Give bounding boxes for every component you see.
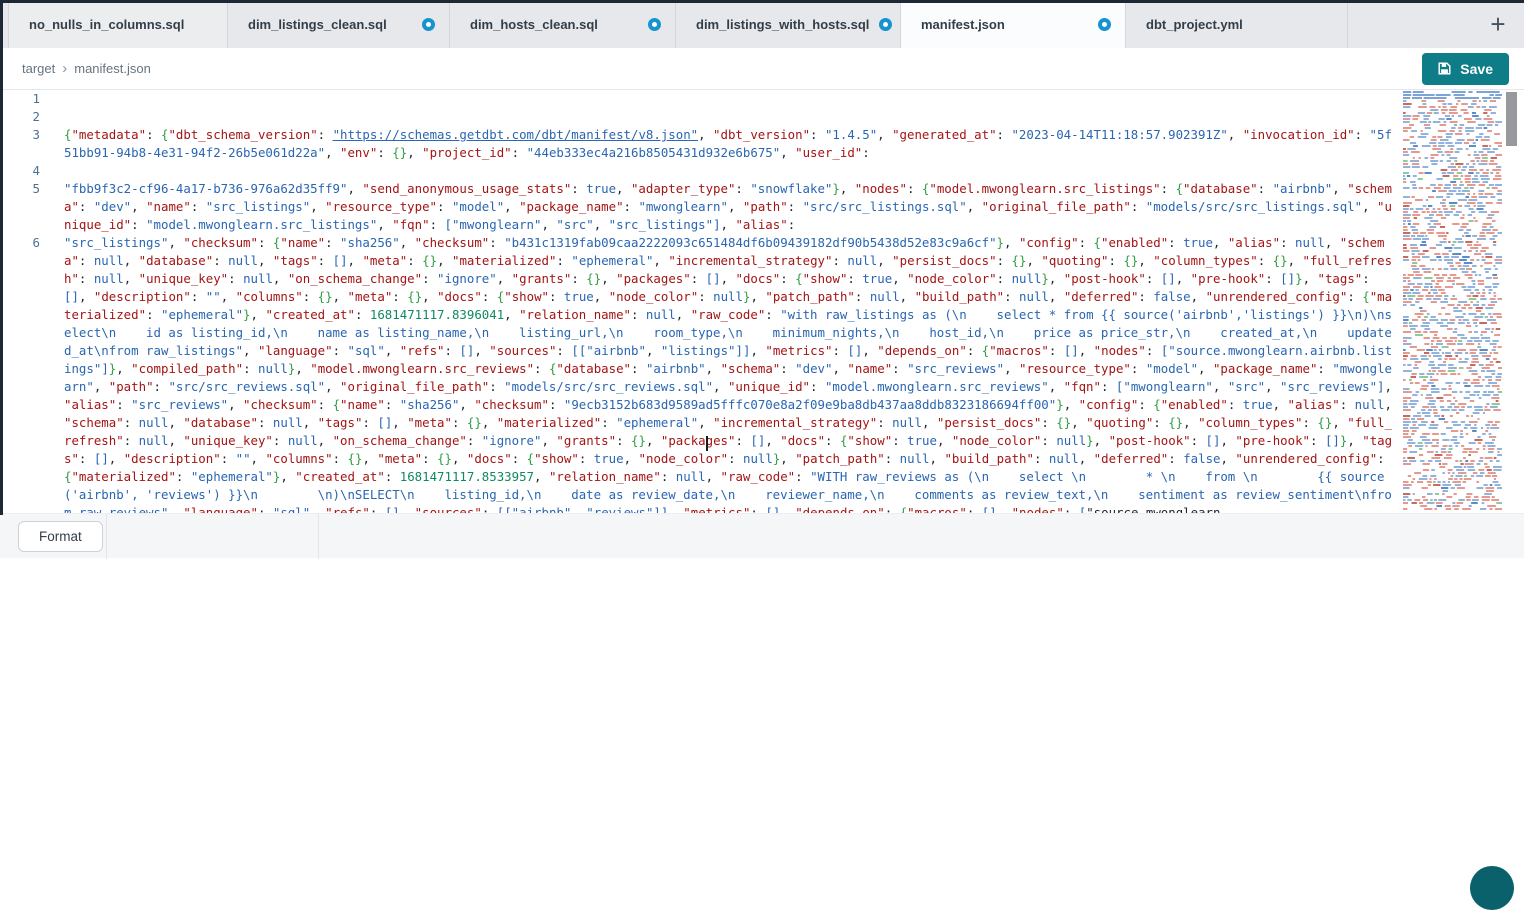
code-line[interactable]: 4 [0,162,1524,180]
divider [318,514,319,559]
line-number: 6 [0,234,40,513]
unsaved-dot-icon[interactable] [879,18,892,31]
scrollbar-thumb[interactable] [1506,92,1517,146]
tab-dim-listings-with-hosts[interactable]: dim_listings_with_hosts.sql [676,0,901,48]
breadcrumb: target › manifest.json [22,61,151,76]
code-line[interactable]: 2 [0,108,1524,126]
unsaved-dot-icon[interactable] [1098,18,1111,31]
tab-dbt-project-yml[interactable]: dbt_project.yml [1126,0,1348,48]
tab-dim-listings-clean[interactable]: dim_listings_clean.sql [228,0,450,48]
line-number: 1 [0,90,40,108]
format-button[interactable]: Format [18,521,103,552]
tab-no-nulls-in-columns[interactable]: no_nulls_in_columns.sql [8,0,228,48]
tab-bar: no_nulls_in_columns.sql dim_listings_cle… [0,0,1524,48]
tab-dim-hosts-clean[interactable]: dim_hosts_clean.sql [450,0,676,48]
code-text [64,108,1394,126]
tab-label: dim_listings_with_hosts.sql [696,17,869,32]
code-lines: 1 2 3 {"metadata": {"dbt_schema_version":… [0,90,1524,513]
window-edge-top [0,0,1524,3]
code-line[interactable]: 3 {"metadata": {"dbt_schema_version": "ht… [0,126,1524,162]
minimap[interactable] [1402,91,1502,512]
code-line[interactable]: 5 "fbb9f3c2-cf96-4a17-b736-976a62d35ff9",… [0,180,1524,234]
tab-label: no_nulls_in_columns.sql [29,17,184,32]
results-panel [0,558,1524,875]
code-text: "src_listings", "checksum": {"name": "sh… [64,234,1394,513]
text-caret [706,436,708,451]
breadcrumb-folder[interactable]: target [22,61,55,76]
code-line[interactable]: 1 [0,90,1524,108]
save-button[interactable]: Save [1422,53,1509,85]
help-bubble-button[interactable] [1470,866,1514,910]
floppy-icon [1438,62,1451,75]
code-text [64,162,1394,180]
tab-label: dim_hosts_clean.sql [470,17,598,32]
line-number: 5 [0,180,40,234]
code-text: "fbb9f3c2-cf96-4a17-b736-976a62d35ff9", … [64,180,1394,234]
tab-label: manifest.json [921,17,1005,32]
save-label: Save [1460,61,1493,77]
unsaved-dot-icon[interactable] [422,18,435,31]
line-number: 2 [0,108,40,126]
divider [106,514,107,559]
tabbar-spacer [1348,0,1478,48]
editor-footer: Format [0,513,1524,558]
code-line[interactable]: 6"src_listings", "checksum": {"name": "s… [0,234,1524,513]
line-number: 4 [0,162,40,180]
code-text [64,90,1394,108]
unsaved-dot-icon[interactable] [648,18,661,31]
code-editor[interactable]: 1 2 3 {"metadata": {"dbt_schema_version":… [0,90,1524,513]
breadcrumb-file[interactable]: manifest.json [74,61,151,76]
tab-manifest-json[interactable]: manifest.json [901,0,1126,48]
plus-icon[interactable]: + [1478,0,1518,48]
tab-label: dim_listings_clean.sql [248,17,387,32]
window-edge-left [0,0,3,515]
chevron-right-icon: › [62,61,67,76]
line-number: 3 [0,126,40,162]
code-text: {"metadata": {"dbt_schema_version": "htt… [64,126,1394,162]
file-header: target › manifest.json Save [0,48,1524,90]
tab-label: dbt_project.yml [1146,17,1243,32]
